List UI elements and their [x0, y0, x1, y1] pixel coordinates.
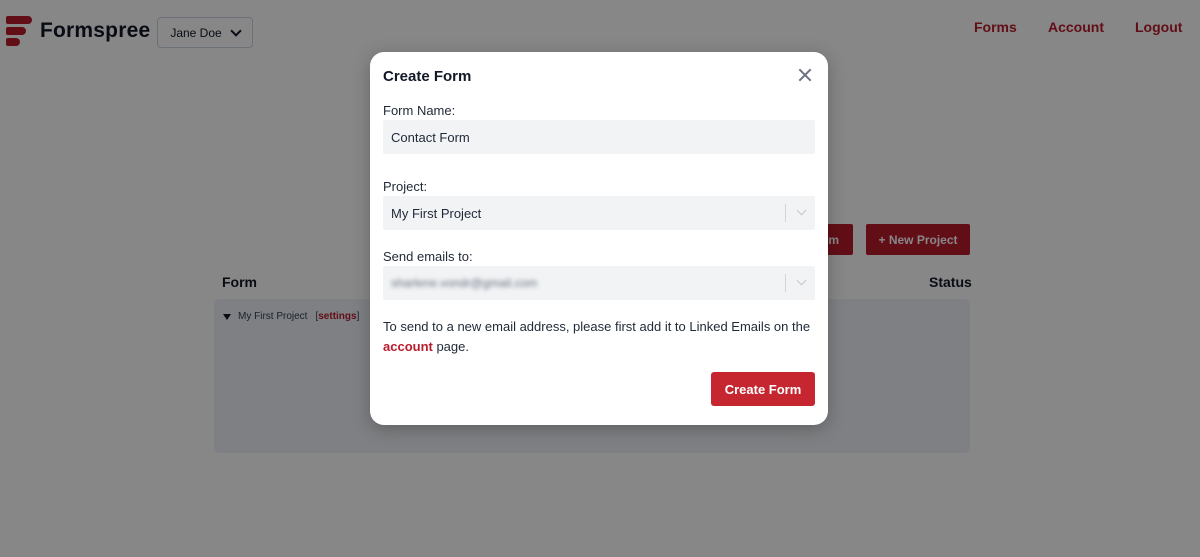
project-select-value: My First Project — [391, 205, 482, 221]
chevron-down-icon[interactable] — [796, 205, 807, 216]
select-separator — [785, 204, 786, 222]
select-separator — [785, 274, 786, 292]
help-text-after: page. — [432, 339, 469, 354]
project-select[interactable]: My First Project — [383, 196, 815, 230]
modal-title: Create Form — [383, 68, 472, 85]
help-text-before: To send to a new email address, please f… — [383, 319, 811, 334]
create-form-button-label: Create Form — [724, 381, 802, 397]
send-emails-label: Send emails to: — [383, 249, 473, 264]
form-name-label: Form Name: — [383, 103, 456, 118]
chevron-down-icon[interactable] — [796, 275, 807, 286]
close-icon[interactable] — [797, 67, 813, 83]
account-link[interactable]: account — [383, 339, 433, 354]
project-label: Project: — [383, 179, 428, 194]
send-emails-select[interactable]: sharlene.vondr@gmail.com — [383, 266, 815, 300]
create-form-modal: Create Form Form Name: Contact Form Proj… — [370, 52, 828, 425]
form-name-value: Contact Form — [391, 129, 470, 145]
linked-emails-help-text: To send to a new email address, please f… — [383, 317, 815, 357]
send-emails-select-value: sharlene.vondr@gmail.com — [391, 276, 538, 290]
form-name-input[interactable]: Contact Form — [383, 120, 815, 154]
create-form-button[interactable]: Create Form — [711, 372, 815, 406]
